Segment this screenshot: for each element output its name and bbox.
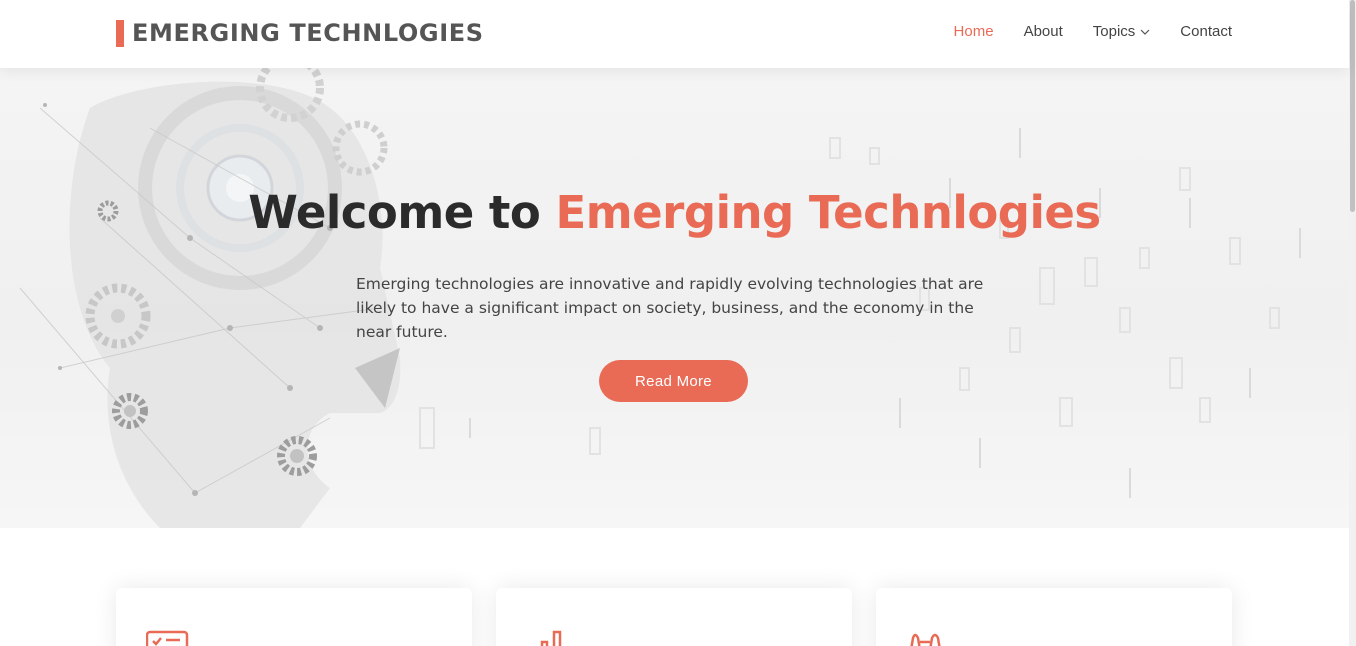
nav-contact-label: Contact (1180, 23, 1232, 40)
main-nav: Home About Topics Contact (924, 23, 1232, 40)
scrollbar-thumb[interactable] (1350, 0, 1355, 212)
nav-about-label: About (1023, 23, 1063, 40)
nav-about[interactable]: About (1024, 23, 1063, 40)
nav-topics-label: Topics (1092, 23, 1136, 40)
nav-home-label: Home (953, 23, 994, 40)
hero-title: Welcome to Emerging Technlogies (0, 186, 1349, 239)
hero-description: Emerging technologies are innovative and… (356, 275, 984, 341)
feature-card-1[interactable] (116, 588, 472, 646)
logo-accent-bar (116, 19, 124, 47)
feature-card-2[interactable] (496, 588, 852, 646)
site-header: EMERGING TECHNLOGIES Home About Topics C… (0, 0, 1349, 68)
hero-title-highlight: Emerging Technlogies (555, 186, 1102, 239)
bar-chart-icon (540, 630, 562, 646)
nav-contact[interactable]: Contact (1180, 23, 1232, 40)
hero-title-prefix: Welcome to (248, 186, 556, 239)
logo-text: EMERGING TECHNLOGIES (132, 19, 484, 47)
logo[interactable]: EMERGING TECHNLOGIES (116, 18, 484, 48)
feature-card-3[interactable] (876, 588, 1232, 646)
page-scrollbar[interactable] (1349, 0, 1356, 646)
checklist-icon (146, 630, 189, 646)
chevron-down-icon (1140, 29, 1150, 35)
binoculars-icon (910, 633, 941, 646)
nav-home[interactable]: Home (954, 23, 994, 40)
read-more-button[interactable]: Read More (599, 360, 748, 402)
nav-topics[interactable]: Topics (1093, 23, 1151, 40)
hero-section: Welcome to Emerging Technlogies Emerging… (0, 68, 1349, 528)
